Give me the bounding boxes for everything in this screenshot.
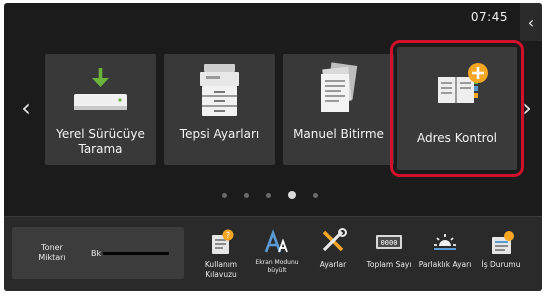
tile-label: Adres Kontrol bbox=[416, 131, 497, 145]
page-dot[interactable] bbox=[244, 192, 249, 198]
address-book-add-icon bbox=[397, 59, 517, 119]
total-count-button[interactable]: 0000 Toplam Sayı bbox=[362, 223, 416, 289]
enlarge-display-button[interactable]: Ekran Modunu büyült bbox=[250, 223, 304, 289]
quick-label: Parlaklık Ayarı bbox=[418, 260, 472, 269]
tile-label: Manuel Bitirme bbox=[293, 127, 384, 141]
toner-color-code: Bk bbox=[91, 249, 102, 258]
page-dot[interactable] bbox=[222, 192, 227, 198]
settings-button[interactable]: Ayarlar bbox=[306, 223, 360, 289]
counter-digits: 0000 bbox=[381, 239, 398, 247]
tile-label: Tepsi Ayarları bbox=[179, 127, 260, 141]
quick-label: İş Durumu bbox=[481, 260, 521, 269]
svg-text:?: ? bbox=[226, 231, 230, 240]
toner-label: Toner Miktarı bbox=[38, 243, 66, 262]
toner-status: Toner Miktarı Bk bbox=[12, 227, 184, 279]
job-status-button[interactable]: İş Durumu bbox=[474, 223, 528, 289]
quick-label: Ekran Modunu büyült bbox=[255, 259, 299, 274]
clock: 07:45 bbox=[470, 10, 508, 24]
tile-label: Yerel Sürücüye Tarama bbox=[56, 127, 145, 156]
counter-icon: 0000 bbox=[374, 228, 404, 256]
text-size-icon bbox=[262, 228, 292, 256]
tile-address-control[interactable]: Adres Kontrol bbox=[397, 47, 517, 170]
quick-label: Ayarlar bbox=[319, 260, 347, 269]
previous-page-arrow[interactable]: ‹ bbox=[17, 93, 35, 127]
tile-manual-finishing[interactable]: Manuel Bitirme bbox=[283, 54, 394, 165]
manual-finishing-icon bbox=[283, 62, 394, 122]
page-indicator bbox=[4, 191, 542, 199]
printer-tray-icon bbox=[164, 62, 275, 122]
page-dot[interactable] bbox=[313, 192, 318, 198]
quick-label: Toplam Sayı bbox=[366, 260, 412, 269]
scan-to-drive-icon bbox=[45, 62, 156, 122]
page-dot-active[interactable] bbox=[288, 191, 296, 199]
toner-level-fill bbox=[103, 252, 169, 255]
bottom-toolbar: Toner Miktarı Bk ? Kullanım Kılavuzu Ekr… bbox=[4, 216, 542, 291]
page-dot[interactable] bbox=[266, 192, 271, 198]
control-panel-screen: 07:45 ‹ ‹ › Yerel Sürücüye Tarama Tepsi … bbox=[4, 3, 542, 291]
tile-tray-settings[interactable]: Tepsi Ayarları bbox=[164, 54, 275, 165]
tools-icon bbox=[318, 228, 348, 256]
chevron-left-icon: ‹ bbox=[527, 12, 535, 32]
manual-book-icon: ? bbox=[206, 228, 236, 256]
user-manual-button[interactable]: ? Kullanım Kılavuzu bbox=[194, 223, 248, 289]
job-status-icon bbox=[486, 228, 516, 256]
side-panel-tab[interactable]: ‹ bbox=[520, 3, 542, 41]
tile-scan-to-local-drive[interactable]: Yerel Sürücüye Tarama bbox=[45, 54, 156, 165]
quick-label: Kullanım Kılavuzu bbox=[204, 260, 238, 279]
brightness-icon bbox=[430, 228, 460, 256]
brightness-button[interactable]: Parlaklık Ayarı bbox=[418, 223, 472, 289]
toner-level-bar bbox=[103, 252, 169, 255]
next-page-arrow[interactable]: › bbox=[518, 93, 536, 127]
